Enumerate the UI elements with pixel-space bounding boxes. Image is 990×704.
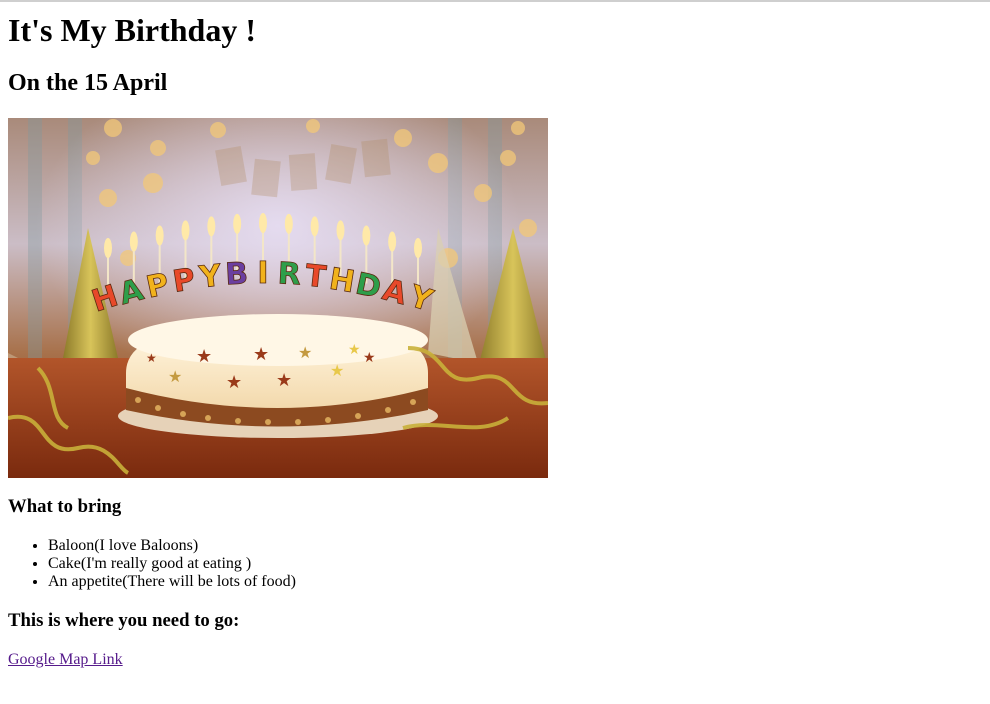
candle-flame [129, 231, 138, 252]
svg-text:★: ★ [276, 370, 292, 391]
candle-flame [104, 238, 112, 258]
candle-flame [181, 220, 190, 241]
candle-letter: B [224, 256, 249, 292]
svg-text:★: ★ [298, 343, 312, 362]
candle-letter: R [277, 256, 302, 292]
svg-text:★: ★ [146, 351, 157, 365]
svg-text:★: ★ [226, 372, 242, 393]
candle-flame [207, 216, 216, 237]
google-map-link[interactable]: Google Map Link [8, 651, 123, 668]
date-heading: On the 15 April [8, 70, 168, 96]
candle-flame [362, 225, 371, 246]
list-item: Baloon(I love Baloons) [48, 537, 978, 555]
candle-flame [336, 220, 345, 241]
candle-flame [284, 213, 293, 234]
list-item: An appetite(There will be lots of food) [48, 573, 978, 591]
candle-letter: I [257, 256, 268, 291]
candle-flame [414, 238, 422, 258]
svg-text:★: ★ [196, 346, 212, 367]
bring-list: Baloon(I love Baloons) Cake(I'm really g… [8, 537, 978, 591]
what-to-bring-heading: What to bring [8, 496, 122, 517]
candle-letter: T [304, 258, 329, 295]
candle-flame [310, 216, 319, 237]
list-item: Cake(I'm really good at eating ) [48, 555, 978, 573]
page-title: It's My Birthday ! [8, 12, 256, 48]
svg-text:★: ★ [330, 361, 344, 380]
svg-text:★: ★ [168, 367, 182, 386]
link-paragraph: Google Map Link [8, 650, 978, 670]
page-content: It's My Birthday ! On the 15 April ★ ★ ★… [8, 3, 978, 670]
top-border [0, 0, 990, 2]
where-to-go-heading: This is where you need to go: [8, 610, 240, 631]
svg-text:★: ★ [348, 342, 361, 358]
candle-flame [155, 225, 164, 246]
svg-text:★: ★ [253, 344, 269, 365]
svg-text:★: ★ [363, 350, 376, 366]
birthday-cake-image: ★ ★ ★ ★ ★ ★ ★ ★ ★ ★ HAPP Y B I R T HDAY [8, 118, 548, 478]
candle-flame [259, 213, 267, 233]
candle-flame [233, 213, 242, 234]
candle-flame [388, 231, 397, 252]
